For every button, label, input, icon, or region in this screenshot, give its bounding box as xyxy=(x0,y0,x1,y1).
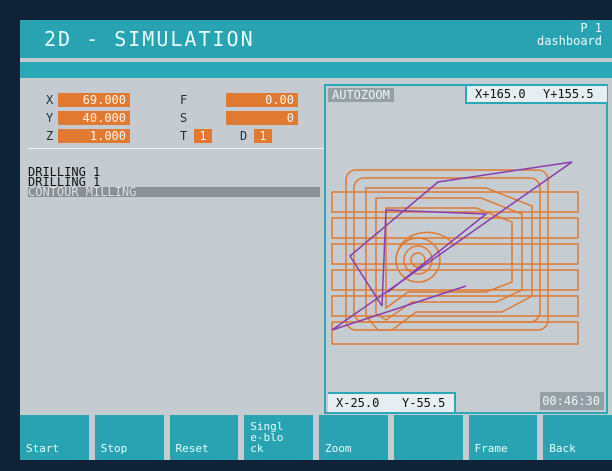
z-row: Z 1.000 T 1 D 1 xyxy=(46,129,286,145)
s-label: S xyxy=(180,111,188,125)
start-label: Start xyxy=(26,442,60,455)
page-name: dashboard xyxy=(536,34,602,48)
reset-label: Reset xyxy=(175,442,209,455)
single-block-softkey[interactable]: Single-block xyxy=(244,415,313,460)
toolpath-canvas xyxy=(331,161,579,345)
reset-softkey[interactable]: Reset xyxy=(169,415,239,460)
y-value: 40.000 xyxy=(58,111,130,125)
z-value: 1.000 xyxy=(58,129,130,143)
main-window: 2D - SIMULATION P 1 dashboard X 69.000 F… xyxy=(20,20,612,460)
rapid-diagonal-2 xyxy=(331,285,467,331)
empty-softkey[interactable] xyxy=(393,415,463,460)
back-softkey[interactable]: Back xyxy=(543,415,612,460)
f-value: 0.00 xyxy=(226,93,298,107)
start-softkey[interactable]: Start xyxy=(20,415,89,460)
d-value: 1 xyxy=(254,129,272,143)
stop-label: Stop xyxy=(100,442,128,455)
title-bar: 2D - SIMULATION P 1 dashboard xyxy=(20,20,612,58)
pass-band-5 xyxy=(331,295,579,317)
x-value: 69.000 xyxy=(58,93,130,107)
stop-softkey[interactable]: Stop xyxy=(94,415,164,460)
position-panel: X 69.000 F 0.00 Y 40.000 S 0 Z 1.000 T 1… xyxy=(28,85,328,385)
pass-band-3 xyxy=(331,243,579,265)
page-indicator: P 1 dashboard xyxy=(537,22,602,48)
bottom-x-coordinate: X-25.0 xyxy=(336,396,380,410)
run-timer: 00:46:30 xyxy=(540,392,604,410)
t-value: 1 xyxy=(194,129,212,143)
pass-band-1 xyxy=(331,191,579,213)
zoom-softkey[interactable]: Zoom xyxy=(319,415,388,460)
s-value: 0 xyxy=(226,111,298,125)
single-block-label: Single-block xyxy=(250,420,284,455)
program-line-selected[interactable]: CONTOUR MILLING xyxy=(28,186,320,198)
frame-softkey[interactable]: Frame xyxy=(468,415,538,460)
pass-band-2 xyxy=(331,217,579,239)
window-title: 2D - SIMULATION xyxy=(44,27,255,51)
softkey-bar: Start Stop Reset Single-block Zoom Frame… xyxy=(20,415,612,460)
pass-band-4 xyxy=(331,269,579,291)
rapid-moves xyxy=(331,161,573,331)
pass-band-6 xyxy=(331,321,579,345)
bottom-y-coordinate: Y-55.5 xyxy=(402,396,446,410)
y-row: Y 40.000 S 0 xyxy=(46,111,298,127)
status-strip xyxy=(20,62,612,78)
x-row: X 69.000 F 0.00 xyxy=(46,93,298,109)
divider xyxy=(28,148,328,149)
contour-inner-1 xyxy=(365,187,533,331)
program-list: DRILLING 1 DRILLING 1 CONTOUR MILLING xyxy=(28,166,320,198)
back-label: Back xyxy=(549,442,576,455)
rapid-diagonal-1 xyxy=(331,161,573,331)
f-label: F xyxy=(180,93,188,107)
bottom-coordinates: X-25.0 Y-55.5 xyxy=(328,392,456,412)
simulation-view[interactable]: AUTOZOOM X+165.0 Y+155.5 X-25.0 Y-55.5 0… xyxy=(324,84,608,414)
zoom-label: Zoom xyxy=(325,442,352,455)
frame-label: Frame xyxy=(474,442,508,455)
